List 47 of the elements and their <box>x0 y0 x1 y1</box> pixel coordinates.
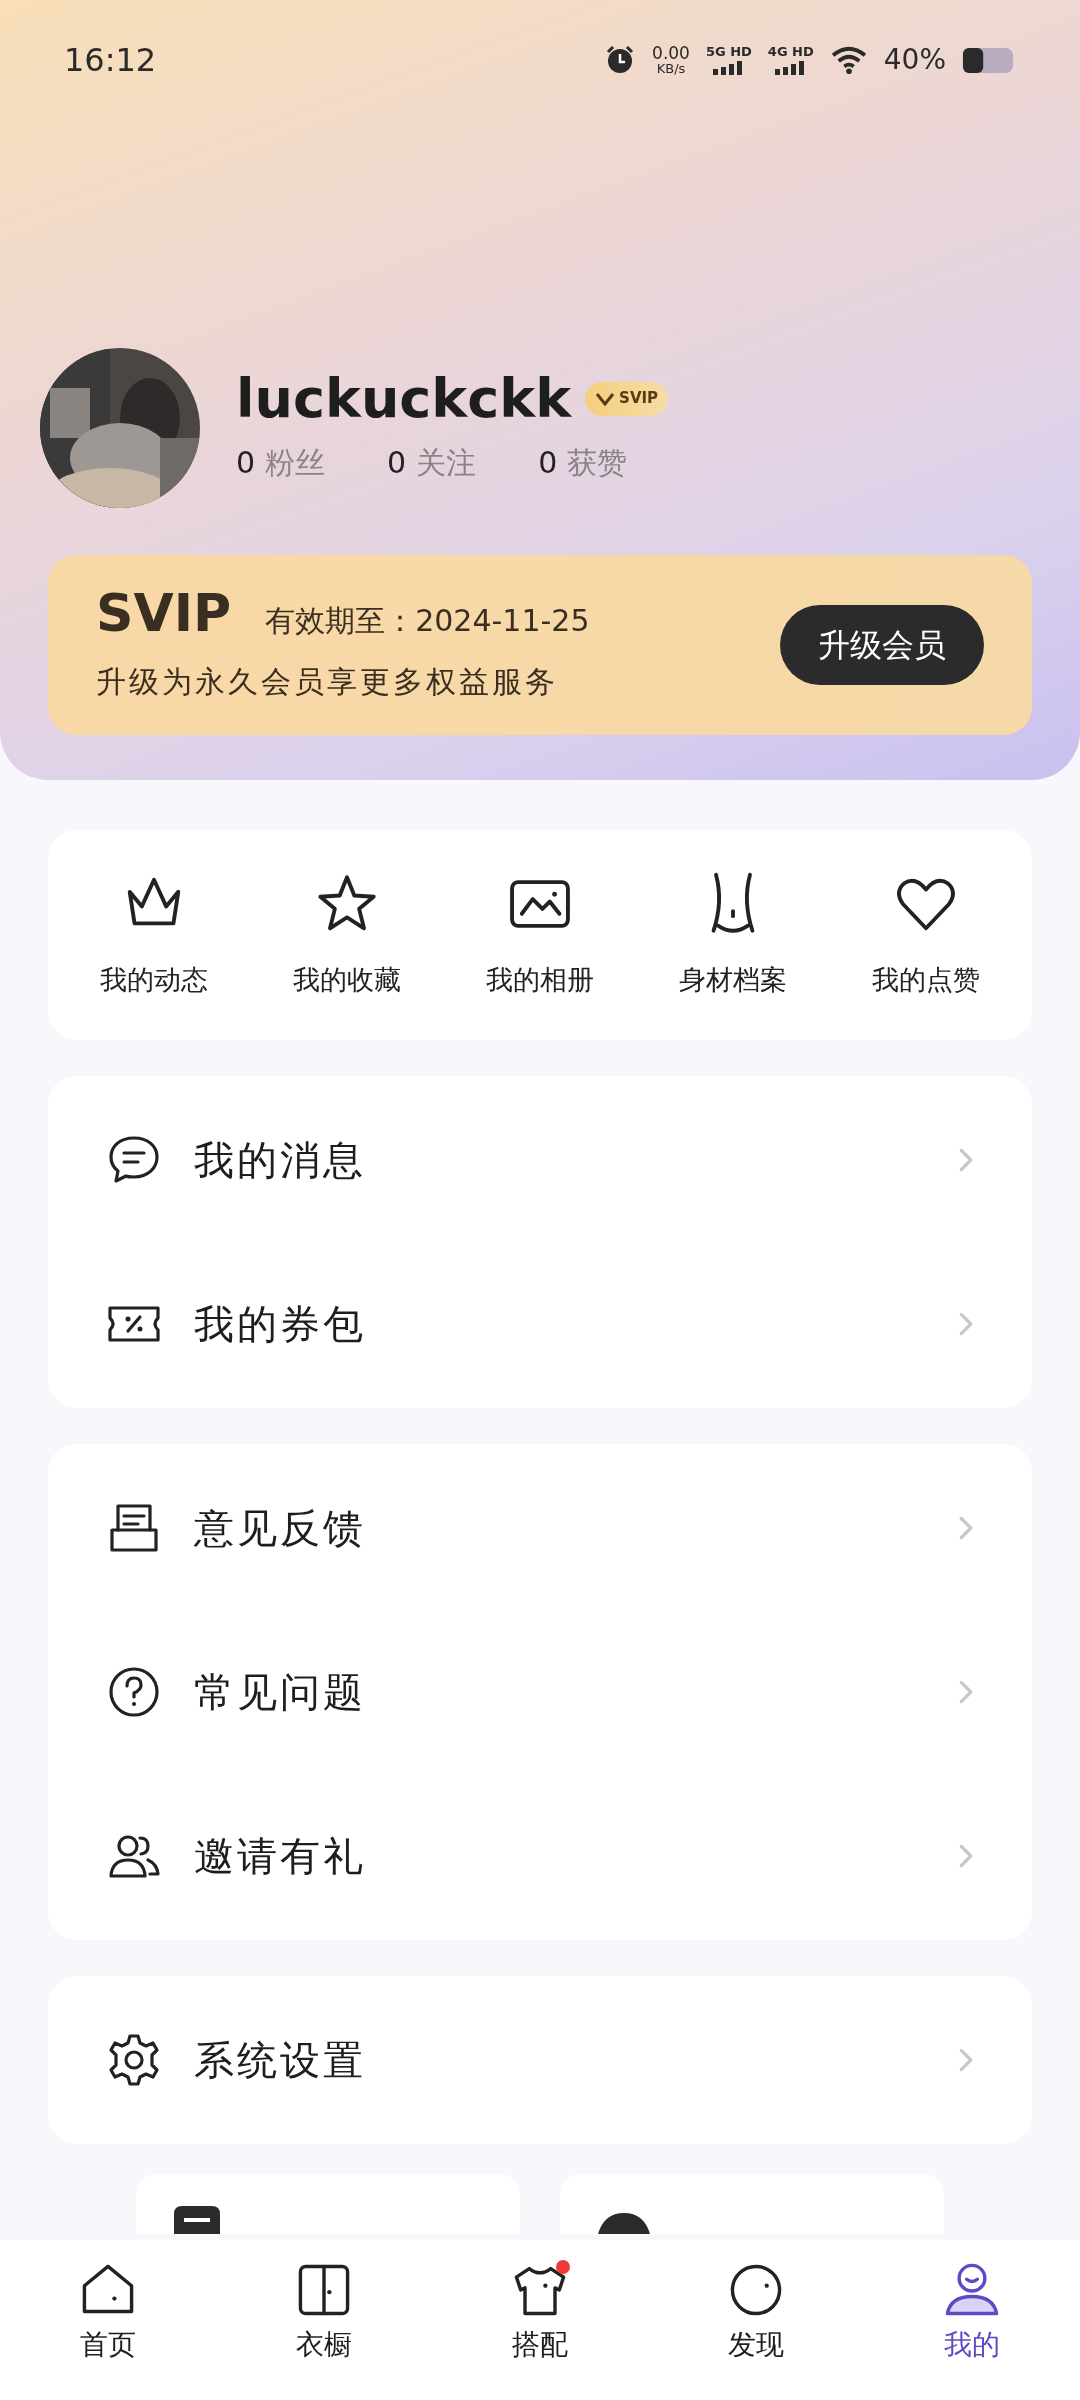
upgrade-button[interactable]: 升级会员 <box>780 605 984 685</box>
menu-item[interactable]: 邀请有礼 <box>48 1774 1032 1938</box>
stat-label: 粉丝 <box>265 443 326 482</box>
svip-badge: SVIP <box>585 381 669 416</box>
menu-item[interactable]: 意见反馈 <box>48 1446 1032 1610</box>
status-time: 16:12 <box>64 40 157 81</box>
chevron-right-icon <box>958 1146 974 1174</box>
tab[interactable]: 首页 <box>0 2260 216 2366</box>
chevron-right-icon <box>958 1514 974 1542</box>
stat-count: 0 <box>236 443 256 482</box>
shortcut-button[interactable]: 我的收藏 <box>257 869 438 1001</box>
battery-percent: 40% <box>883 42 946 78</box>
tab[interactable]: 发现 <box>648 2260 864 2366</box>
tab[interactable]: 搭配 <box>432 2260 648 2366</box>
chevron-right-icon <box>958 1678 974 1706</box>
stat-count: 0 <box>538 443 558 482</box>
vip-title: SVIP <box>96 586 232 639</box>
tab[interactable]: 衣橱 <box>216 2260 432 2366</box>
battery-icon <box>962 46 1016 74</box>
network-speed: 0.00 <box>652 45 690 62</box>
shortcut-button[interactable]: 我的点赞 <box>835 869 1016 1001</box>
shortcut-button[interactable]: 身材档案 <box>642 869 823 1001</box>
document-icon <box>172 2204 222 2234</box>
tab[interactable]: 我的 <box>864 2260 1080 2366</box>
speed-unit: KB/s <box>656 62 686 75</box>
expiry-date: 有效期至：2024-11-25 <box>265 601 590 640</box>
help-icon <box>106 1664 162 1720</box>
wifi-icon <box>829 45 868 75</box>
stat-count: 0 <box>387 443 407 482</box>
network-type: 4G HD <box>767 44 814 58</box>
chevron-right-icon <box>958 2046 974 2074</box>
menu-item[interactable]: 常见问题 <box>48 1610 1032 1774</box>
v-mark-icon <box>595 391 616 406</box>
link-card[interactable] <box>560 2174 944 2234</box>
username: luckuckckk <box>236 371 572 426</box>
chevron-right-icon <box>958 1842 974 1870</box>
shortcut-button[interactable]: 我的相册 <box>450 869 630 1001</box>
menu-item[interactable]: 我的消息 <box>48 1078 1032 1242</box>
stat-label: 获赞 <box>567 443 628 482</box>
vip-subtitle: 升级为永久会员享更多权益服务 <box>96 662 559 701</box>
stat-label: 关注 <box>416 443 477 482</box>
menu-item[interactable]: 系统设置 <box>48 1978 1032 2142</box>
link-card[interactable] <box>136 2174 520 2234</box>
chevron-right-icon <box>958 1310 974 1338</box>
network-type: 5G HD <box>705 44 752 58</box>
menu-item[interactable]: 我的券包 <box>48 1242 1032 1406</box>
shortcut-button[interactable]: 我的动态 <box>64 869 245 1001</box>
